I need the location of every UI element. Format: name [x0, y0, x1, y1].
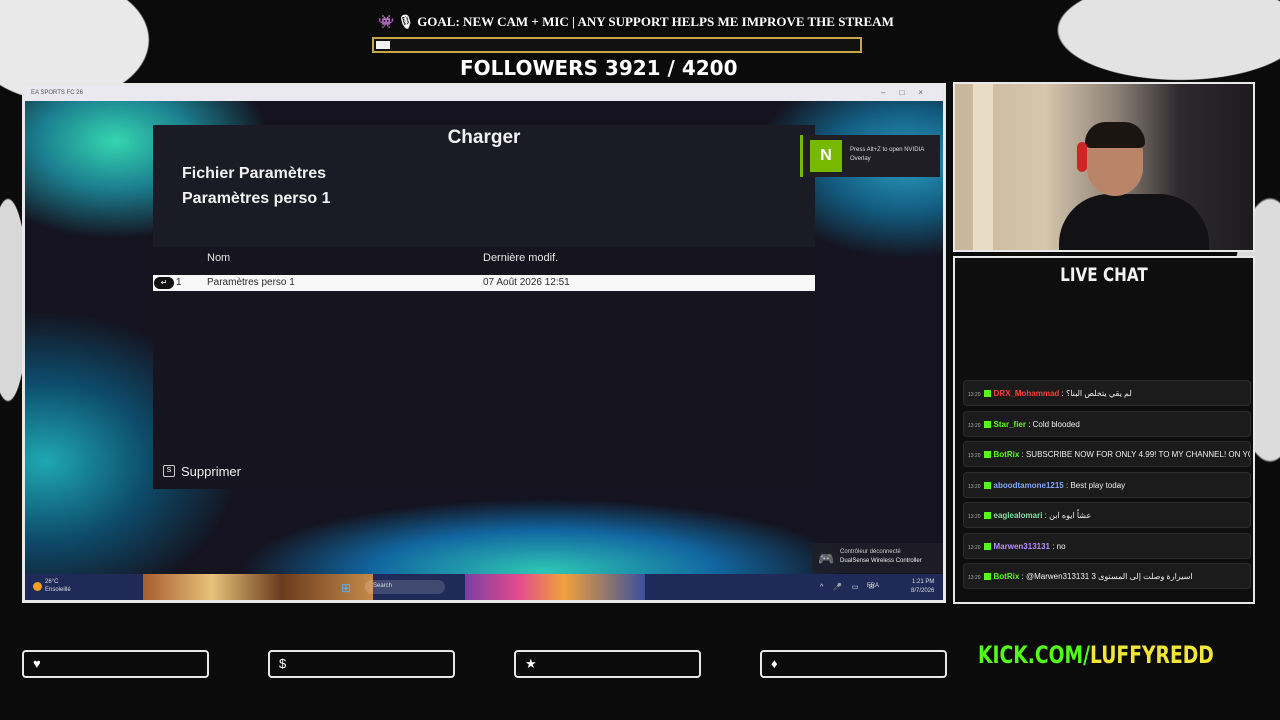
window-titlebar: EA SPORTS FC 26 –□× [25, 86, 943, 101]
sun-icon [33, 582, 42, 591]
taskbar-wallpaper-art [143, 574, 373, 600]
kick-domain: KICK.COM/ [978, 641, 1090, 669]
kick-badge-icon [983, 512, 991, 520]
weather-temperature[interactable]: 26°C [45, 579, 58, 585]
kick-username: LUFFYREDD [1089, 641, 1214, 669]
chat-text: Best play today [1070, 480, 1126, 490]
nvidia-overlay-toast[interactable]: N Press Alt+Z to open NVIDIA Overlay [800, 135, 940, 177]
row-date: 07 Août 2026 12:51 [483, 277, 570, 288]
kick-badge-icon [983, 573, 991, 581]
headset-icon [1077, 142, 1087, 172]
controller-name: DualSense Wireless Controller [840, 558, 922, 564]
webcam-feed [953, 82, 1255, 252]
chat-timestamp: 13:20 [968, 422, 981, 429]
column-header-name[interactable]: Nom [207, 252, 230, 264]
chat-message: 13:20 eaglealomari : عشاً ايوه ابن [963, 502, 1251, 528]
file-subtitle: Paramètres perso 1 [182, 190, 331, 207]
controller-status: Contrôleur déconnecté [840, 549, 901, 555]
chat-separator: : [1025, 419, 1033, 429]
chat-username[interactable]: eaglealomari [994, 511, 1043, 520]
chat-text: no [1056, 541, 1066, 551]
chat-username[interactable]: aboodtamone1215 [994, 481, 1064, 490]
chat-username[interactable]: BotRix [994, 450, 1020, 459]
streamer-hair [1085, 122, 1145, 148]
panel-title: Charger [447, 127, 521, 148]
chat-message: 13:20 DRX_Mohammad : لم يقي يتخلص البنا؟ [963, 380, 1251, 406]
chat-title: LIVE CHAT [1060, 264, 1148, 286]
chat-username[interactable]: Star_fier [994, 420, 1026, 429]
game-screen: Charger Fichier Paramètres Paramètres pe… [25, 101, 943, 574]
kick-badge-icon [983, 451, 991, 459]
windows-taskbar: 26°C Ensoleillé ⊞ Search ^ 🎤 ▭ ✉ FRA 1:2… [25, 574, 943, 600]
window-controls[interactable]: –□× [881, 88, 937, 97]
chat-username[interactable]: DRX_Mohammad [994, 389, 1060, 398]
chat-username[interactable]: Marwen313131 [994, 542, 1050, 551]
kick-badge-icon [983, 542, 991, 550]
enter-key-icon: ↵ [154, 277, 174, 289]
kick-badge-icon [983, 481, 991, 489]
drop-icon: ♦ [771, 656, 778, 671]
chat-text: @Marwen313131 3 اسيرارة وصلت إلى المستوى [1025, 572, 1193, 581]
table-row[interactable]: ↵ 1 Paramètres perso 1 07 Août 2026 12:5… [153, 275, 815, 291]
chat-text: لم يقي يتخلص البنا؟ [1065, 389, 1132, 398]
language-indicator[interactable]: FRA [867, 583, 879, 589]
social-box-dollar[interactable]: $ [268, 650, 455, 678]
taskbar-clock[interactable]: 1:21 PM 8/7/2026 [911, 578, 934, 596]
file-title: Fichier Paramètres [182, 165, 327, 182]
chat-text: Cold blooded [1032, 419, 1080, 429]
taskbar-app-icons[interactable] [465, 574, 645, 600]
chat-separator: : [1059, 389, 1066, 398]
chat-message: 13:20 BotRix : @Marwen313131 3 اسيرارة وص… [963, 563, 1251, 589]
chat-message: 13:20 Marwen313131 : no [963, 532, 1251, 559]
kick-badge-icon [983, 390, 991, 398]
social-box-drop[interactable]: ♦ [760, 650, 947, 678]
chat-separator: : [1019, 450, 1026, 459]
game-window: EA SPORTS FC 26 –□× Charger Fichier Para… [22, 83, 946, 603]
social-box-heart[interactable]: ♥ [22, 650, 209, 678]
chat-timestamp: 13:20 [968, 453, 981, 459]
chat-timestamp: 13:20 [968, 392, 981, 398]
star-icon: ★ [525, 656, 537, 671]
gamepad-icon: 🎮 [818, 551, 835, 566]
taskbar-search[interactable]: Search [365, 580, 445, 594]
chat-message: 13:20 Star_fier : Cold blooded [963, 410, 1251, 437]
goal-text: 👾 🎙 GOAL: NEW CAM + MIC | ANY SUPPORT HE… [378, 14, 894, 29]
streamer-body [1059, 194, 1209, 250]
chat-text: SUBSCRIBE NOW FOR ONLY 4.99! TO MY CHANN… [1025, 450, 1250, 459]
heart-icon: ♥ [33, 656, 41, 671]
kick-channel-link[interactable]: KICK.COM/LUFFYREDD [978, 641, 1214, 669]
chat-separator: : [1019, 572, 1026, 581]
clock-date: 8/7/2026 [911, 588, 935, 594]
social-box-star[interactable]: ★ [514, 650, 701, 678]
delete-button[interactable]: Supprimer [181, 464, 241, 479]
clock-time: 1:21 PM [912, 579, 935, 585]
dollar-icon: $ [279, 656, 287, 671]
goal-progress-bar [372, 37, 862, 53]
row-index: 1 [176, 277, 182, 288]
weather-condition[interactable]: Ensoleillé [45, 587, 71, 593]
goal-progress-fill [376, 41, 390, 49]
webcam-background-door [973, 84, 993, 250]
windows-start-icon[interactable]: ⊞ [341, 581, 351, 595]
row-name: Paramètres perso 1 [207, 277, 295, 288]
window-title: EA SPORTS FC 26 [31, 90, 83, 96]
nvidia-toast-text: Press Alt+Z to open NVIDIA Overlay [850, 147, 924, 162]
load-panel: Charger Fichier Paramètres Paramètres pe… [153, 125, 815, 489]
controller-notification: 🎮 Contrôleur déconnecté DualSense Wirele… [812, 543, 943, 573]
live-chat-panel: LIVE CHAT 13:20 DRX_Mohammad : لم يقي يتخ… [953, 256, 1255, 604]
chat-username[interactable]: BotRix [994, 572, 1020, 581]
chat-timestamp: 13:20 [968, 514, 981, 520]
chat-message: 13:20 BotRix : SUBSCRIBE NOW FOR ONLY 4.9… [963, 441, 1251, 467]
column-header-date[interactable]: Dernière modif. [483, 252, 558, 264]
chat-timestamp: 13:20 [968, 575, 981, 581]
followers-counter: FOLLOWERS 3921 / 4200 [460, 56, 738, 80]
chat-separator: : [1050, 541, 1057, 551]
nvidia-logo-icon: N [810, 140, 842, 172]
chat-timestamp: 13:20 [968, 483, 981, 490]
chat-timestamp: 13:20 [968, 544, 981, 551]
chat-message: 13:20 aboodtamone1215 : Best play today [963, 471, 1251, 498]
chat-text: عشاً ايوه ابن [1049, 511, 1092, 520]
kick-badge-icon [983, 420, 991, 428]
delete-key-icon: S [163, 465, 175, 477]
